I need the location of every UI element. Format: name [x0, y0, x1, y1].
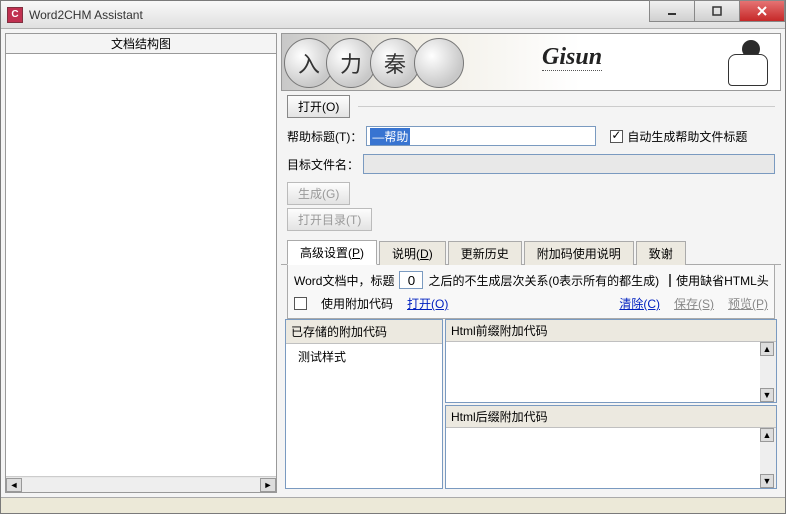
tree-panel-header: 文档结构图: [6, 34, 276, 54]
scroll-right-icon[interactable]: ►: [260, 478, 276, 492]
auto-gen-checkbox[interactable]: [610, 130, 623, 143]
maximize-button[interactable]: [694, 0, 740, 22]
html-prefix-header: Html前缀附加代码: [446, 320, 776, 342]
separator: [358, 106, 775, 107]
tab-advanced[interactable]: 高级设置(P): [287, 240, 377, 265]
target-file-label: 目标文件名：: [287, 156, 359, 173]
banner-portrait: [714, 38, 774, 88]
scroll-up-icon[interactable]: ▲: [760, 342, 774, 356]
tree-area[interactable]: [6, 54, 276, 476]
html-prefix-box: Html前缀附加代码 ▲ ▼: [445, 319, 777, 403]
open-dir-button[interactable]: 打开目录(T): [287, 208, 372, 231]
open-row: 打开(O): [281, 91, 781, 122]
right-panel: 入 力 秦 Gisun 打开(O) 帮助标题(T)：: [281, 33, 781, 493]
html-suffix-box: Html后缀附加代码 ▲ ▼: [445, 405, 777, 489]
tab-history[interactable]: 更新历史: [448, 241, 522, 265]
app-window: C Word2CHM Assistant 文档结构图 ◄ ►: [0, 0, 786, 514]
tab-readme[interactable]: 说明(D): [379, 241, 446, 265]
use-default-html-checkbox[interactable]: [669, 274, 671, 287]
use-extra-code-checkbox[interactable]: [294, 297, 307, 310]
body: 文档结构图 ◄ ► 入 力 秦 Gisun: [1, 29, 785, 497]
list-item[interactable]: 测试样式: [298, 348, 430, 365]
action-buttons: 生成(G) 打开目录(T): [281, 178, 781, 235]
tab-extra-help[interactable]: 附加码使用说明: [524, 241, 634, 265]
link-preview[interactable]: 预览(P): [728, 295, 768, 312]
link-clear[interactable]: 清除(C): [619, 295, 660, 312]
html-suffix-header: Html后缀附加代码: [446, 406, 776, 428]
generate-button[interactable]: 生成(G): [287, 182, 350, 205]
tab-content-advanced: Word文档中，标题 之后的不生成层次关系(0表示所有的都生成) 使用缺省HTM…: [287, 265, 775, 319]
tab-thanks[interactable]: 致谢: [636, 241, 686, 265]
scroll-down-icon[interactable]: ▼: [760, 474, 774, 488]
banner-disc-2: 力: [326, 38, 376, 88]
brand-text: Gisun: [542, 44, 602, 71]
bottom-split: 已存储的附加代码 测试样式 Html前缀附加代码 ▲ ▼: [281, 319, 781, 493]
heading-prefix: Word文档中，标题: [294, 272, 394, 289]
html-prefix-textarea[interactable]: ▲ ▼: [446, 342, 776, 402]
help-title-value: —帮助: [370, 128, 410, 145]
help-title-input[interactable]: —帮助: [366, 126, 596, 146]
target-file-row: 目标文件名：: [281, 150, 781, 178]
html-stack: Html前缀附加代码 ▲ ▼ Html后缀附加代码: [445, 319, 777, 489]
titlebar: C Word2CHM Assistant: [1, 1, 785, 29]
stored-code-list[interactable]: 测试样式: [286, 344, 442, 488]
stored-code-panel: 已存储的附加代码 测试样式: [285, 319, 443, 489]
tree-panel: 文档结构图 ◄ ►: [5, 33, 277, 493]
close-button[interactable]: [739, 0, 785, 22]
statusbar: [1, 497, 785, 513]
use-extra-code-label: 使用附加代码: [321, 295, 393, 312]
heading-level-input[interactable]: [399, 271, 423, 289]
banner: 入 力 秦 Gisun: [281, 33, 781, 91]
app-icon: C: [7, 7, 23, 23]
window-title: Word2CHM Assistant: [29, 8, 650, 22]
brand-logo: Gisun: [542, 44, 602, 71]
extra-code-row: 使用附加代码 打开(O) 清除(C) 保存(S) 预览(P): [294, 295, 768, 312]
window-buttons: [650, 1, 785, 28]
scroll-down-icon[interactable]: ▼: [760, 388, 774, 402]
auto-gen-label: 自动生成帮助文件标题: [627, 128, 747, 145]
tree-horizontal-scrollbar[interactable]: ◄ ►: [6, 476, 276, 492]
link-save[interactable]: 保存(S): [674, 295, 714, 312]
html-suffix-textarea[interactable]: ▲ ▼: [446, 428, 776, 488]
open-button[interactable]: 打开(O): [287, 95, 350, 118]
scroll-track[interactable]: [22, 478, 260, 492]
help-title-label: 帮助标题(T)：: [287, 128, 362, 145]
stored-code-header: 已存储的附加代码: [286, 320, 442, 344]
scroll-left-icon[interactable]: ◄: [6, 478, 22, 492]
scroll-up-icon[interactable]: ▲: [760, 428, 774, 442]
use-default-html-label: 使用缺省HTML头: [676, 272, 769, 289]
tabs: 高级设置(P) 说明(D) 更新历史 附加码使用说明 致谢: [281, 239, 781, 265]
heading-suffix: 之后的不生成层次关系(0表示所有的都生成): [428, 272, 659, 289]
link-open[interactable]: 打开(O): [407, 295, 448, 312]
v-scrollbar[interactable]: ▲ ▼: [760, 428, 776, 488]
v-scrollbar[interactable]: ▲ ▼: [760, 342, 776, 402]
target-file-input[interactable]: [363, 154, 775, 174]
heading-level-row: Word文档中，标题 之后的不生成层次关系(0表示所有的都生成) 使用缺省HTM…: [294, 271, 768, 289]
banner-disc-3: 秦: [370, 38, 420, 88]
help-title-row: 帮助标题(T)： —帮助 自动生成帮助文件标题: [281, 122, 781, 150]
minimize-button[interactable]: [649, 0, 695, 22]
banner-disc-4: [414, 38, 464, 88]
